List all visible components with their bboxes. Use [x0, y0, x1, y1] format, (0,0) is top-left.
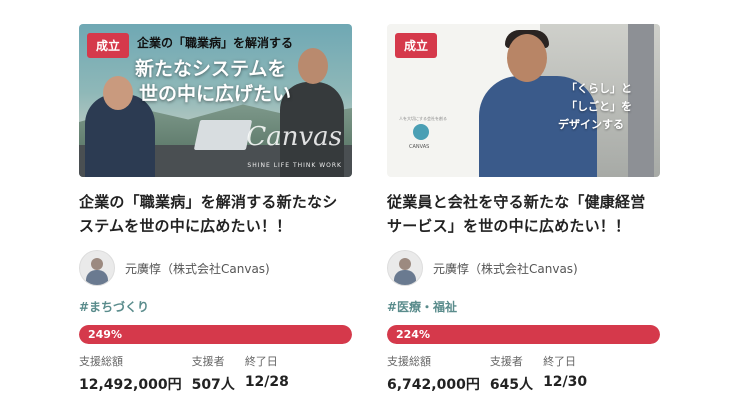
stat-total: 支援総額 12,492,000円: [79, 353, 182, 394]
project-stats: 支援総額 12,492,000円 支援者 507人 終了日 12/28: [79, 353, 352, 394]
stat-label: 終了日: [543, 355, 577, 368]
project-thumbnail[interactable]: 企業の「職業病」を解消する 新たなシステムを 世の中に広げたい Canvas S…: [79, 24, 352, 177]
progress-bar: 249%: [79, 325, 352, 344]
project-card[interactable]: 人を大切にする会社を創る CANVAS 「くらし」と 「しごと」を デザインする…: [387, 24, 660, 394]
stat-label: 支援総額: [79, 355, 123, 368]
project-title[interactable]: 従業員と会社を守る新たな「健康経営サービス」を世の中に広めたい！！: [387, 190, 660, 238]
thumbnail-headline: 「しごと」を: [566, 100, 632, 113]
project-title[interactable]: 企業の「職業病」を解消する新たなシステムを世の中に広めたい！！: [79, 190, 352, 238]
stat-label: 支援総額: [387, 355, 431, 368]
category-tag[interactable]: #医療・福祉: [387, 298, 660, 315]
progress-percent: 249%: [88, 328, 122, 341]
project-stats: 支援総額 6,742,000円 支援者 645人 終了日 12/30: [387, 353, 660, 394]
stat-value: 645人: [489, 377, 534, 393]
thumbnail-caption: 企業の「職業病」を解消する: [137, 36, 294, 50]
project-card[interactable]: 企業の「職業病」を解消する 新たなシステムを 世の中に広げたい Canvas S…: [79, 24, 352, 394]
project-thumbnail[interactable]: 人を大切にする会社を創る CANVAS 「くらし」と 「しごと」を デザインする…: [387, 24, 660, 177]
status-badge: 成立: [87, 33, 130, 58]
project-grid: 企業の「職業病」を解消する 新たなシステムを 世の中に広げたい Canvas S…: [0, 0, 736, 418]
avatar[interactable]: [387, 250, 423, 286]
stat-end-date: 終了日 12/28: [245, 353, 289, 394]
progress-percent: 224%: [396, 328, 430, 341]
stat-value: 12,492,000円: [79, 377, 182, 393]
logo-tagline: SHINE LIFE THINK WORK: [247, 162, 342, 169]
project-owner[interactable]: 元廣惇（株式会社Canvas): [79, 250, 352, 286]
progress-bar: 224%: [387, 325, 660, 344]
category-tag[interactable]: #まちづくり: [79, 298, 352, 315]
owner-name[interactable]: 元廣惇（株式会社Canvas): [125, 260, 270, 277]
stat-value: 12/30: [543, 374, 588, 390]
project-owner[interactable]: 元廣惇（株式会社Canvas): [387, 250, 660, 286]
canvas-logo: Canvas: [246, 122, 342, 152]
canvas-logo: CANVAS: [409, 144, 430, 150]
stat-value: 6,742,000円: [387, 377, 480, 393]
stat-value: 507人: [191, 377, 235, 393]
stat-value: 12/28: [244, 374, 289, 390]
stat-label: 終了日: [244, 355, 278, 368]
stat-supporters: 支援者 507人: [192, 353, 235, 394]
stat-label: 支援者: [489, 355, 523, 368]
stat-end-date: 終了日 12/30: [543, 353, 587, 394]
thumbnail-headline: 世の中に広げたい: [139, 83, 292, 105]
status-badge: 成立: [395, 33, 438, 58]
thumbnail-headline: 新たなシステムを: [135, 58, 287, 80]
canvas-logo-icon: [413, 124, 429, 140]
owner-name[interactable]: 元廣惇（株式会社Canvas): [433, 260, 578, 277]
stat-total: 支援総額 6,742,000円: [387, 353, 480, 394]
logo-tagline: 人を大切にする会社を創る: [399, 116, 448, 121]
thumbnail-headline: 「くらし」と: [566, 82, 632, 95]
stat-supporters: 支援者 645人: [490, 353, 533, 394]
thumbnail-headline: デザインする: [558, 118, 624, 131]
stat-label: 支援者: [191, 355, 225, 368]
avatar[interactable]: [79, 250, 115, 286]
